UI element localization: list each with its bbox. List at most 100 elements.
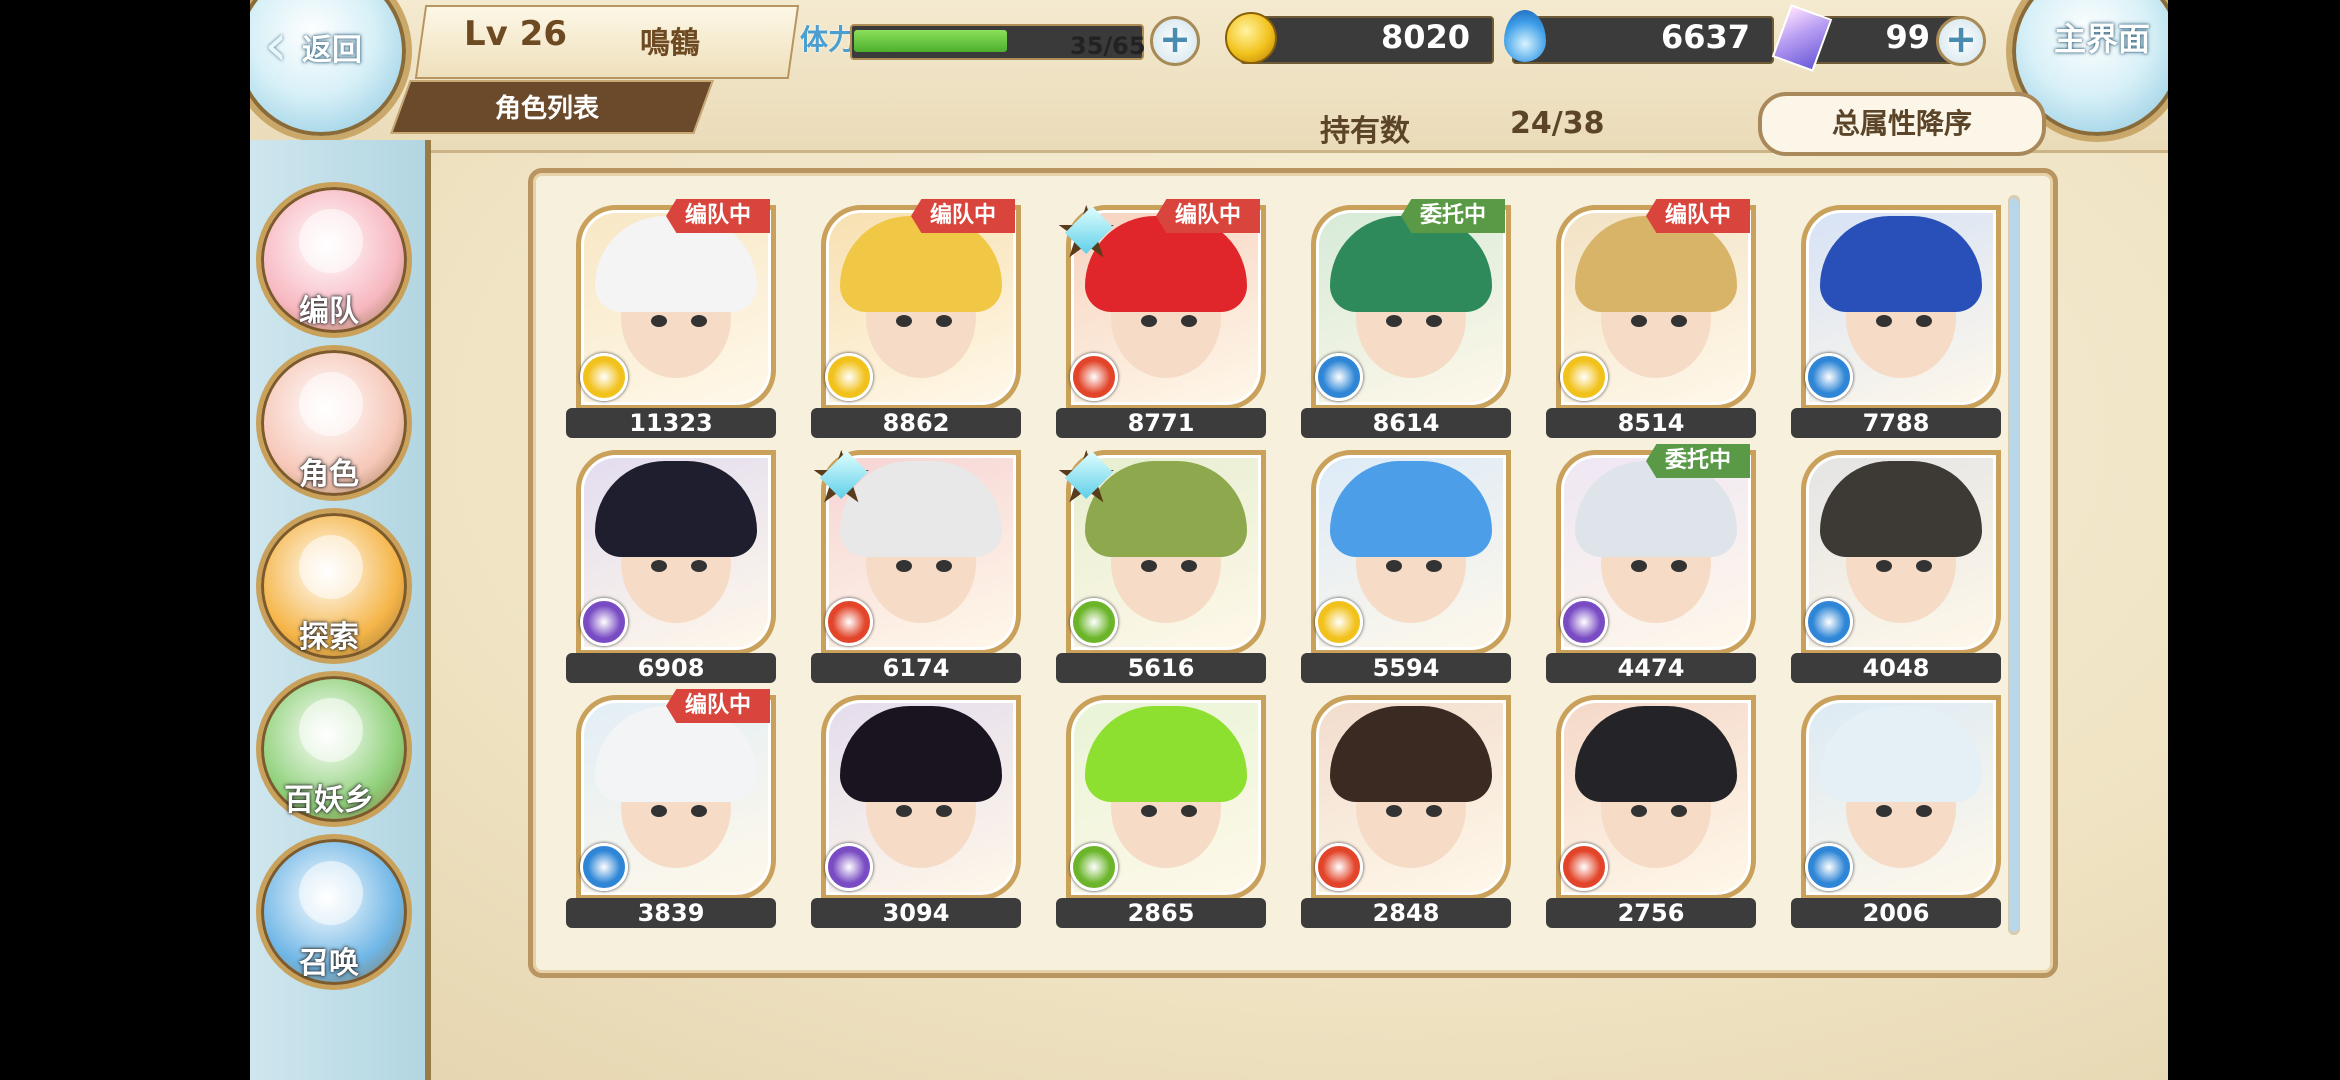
character-eye xyxy=(1181,315,1197,327)
nav-label: 召唤 xyxy=(299,946,359,981)
owned-count-label: 持有数 xyxy=(1320,114,1410,149)
character-eye xyxy=(1141,315,1157,327)
character-card[interactable]: ★ 5616 xyxy=(1054,441,1266,683)
power-score: 7788 xyxy=(1791,408,2001,438)
game-screen: ‹ 返回 Lv 26 鳴鶴 角色列表 体力 35/65 + 8020 6637 … xyxy=(250,0,2168,1080)
character-eye xyxy=(936,805,952,817)
character-eye xyxy=(1631,805,1647,817)
player-level: Lv 26 xyxy=(464,14,567,54)
sort-button[interactable]: 总属性降序 xyxy=(1758,92,2046,156)
character-eye xyxy=(896,560,912,572)
character-list-tab-label: 角色列表 xyxy=(495,94,600,124)
character-eye xyxy=(1141,560,1157,572)
character-hair xyxy=(1085,706,1247,802)
power-score: 3094 xyxy=(811,898,1021,928)
character-hair xyxy=(1820,461,1982,557)
character-eye xyxy=(1631,560,1647,572)
light-attribute-icon xyxy=(825,353,873,401)
light-attribute-icon xyxy=(580,353,628,401)
character-hair xyxy=(595,461,757,557)
character-card[interactable]: 7788 xyxy=(1791,205,2001,438)
character-eye xyxy=(1671,315,1687,327)
character-hair xyxy=(1820,706,1982,802)
character-hair xyxy=(1330,706,1492,802)
character-eye xyxy=(651,315,667,327)
character-eye xyxy=(1426,315,1442,327)
character-eye xyxy=(1876,560,1892,572)
stamina-label: 体力 xyxy=(800,23,857,56)
character-eye xyxy=(896,805,912,817)
character-card[interactable]: 2006 xyxy=(1791,695,2001,928)
character-card[interactable]: ★ 6174 xyxy=(809,441,1021,683)
power-score: 2865 xyxy=(1056,898,1266,928)
grid-scrollbar-thumb[interactable] xyxy=(2009,198,2019,932)
power-score: 2848 xyxy=(1301,898,1511,928)
character-card[interactable]: 2848 xyxy=(1301,695,1511,928)
stamina-value: 35/65 xyxy=(1070,32,1146,60)
character-card[interactable]: 委托中 4474 xyxy=(1546,444,1756,683)
character-eye xyxy=(936,315,952,327)
character-eye xyxy=(1876,315,1892,327)
power-score: 8862 xyxy=(811,408,1021,438)
fire-attribute-icon xyxy=(1070,353,1118,401)
power-score: 2006 xyxy=(1791,898,2001,928)
power-score: 8614 xyxy=(1301,408,1511,438)
character-eye xyxy=(1916,315,1932,327)
character-card[interactable]: 编队中 3839 xyxy=(566,689,776,928)
dark-attribute-icon xyxy=(1560,598,1608,646)
awakening-star-icon: ★ xyxy=(1054,441,1124,513)
character-eye xyxy=(1876,805,1892,817)
add-gem-button[interactable]: + xyxy=(1936,16,1986,66)
power-score: 8771 xyxy=(1056,408,1266,438)
character-hair xyxy=(840,706,1002,802)
character-eye xyxy=(1426,560,1442,572)
light-attribute-icon xyxy=(1315,598,1363,646)
gem-value: 99 xyxy=(1885,18,1930,56)
water-attribute-icon xyxy=(1315,353,1363,401)
owned-count-value: 24/38 xyxy=(1510,106,1605,141)
character-hair xyxy=(1575,706,1737,802)
character-eye xyxy=(1181,560,1197,572)
character-card[interactable]: 编队中 8514 xyxy=(1546,199,1756,438)
status-badge: 编队中 xyxy=(666,199,770,233)
character-card[interactable]: 6908 xyxy=(566,450,776,683)
character-eye xyxy=(1426,805,1442,817)
status-badge: 委托中 xyxy=(1401,199,1505,233)
wind-attribute-icon xyxy=(1070,598,1118,646)
character-card[interactable]: 5594 xyxy=(1301,450,1511,683)
power-score: 4048 xyxy=(1791,653,2001,683)
add-stamina-button[interactable]: + xyxy=(1150,16,1200,66)
spirit-value: 6637 xyxy=(1660,18,1750,56)
character-card[interactable]: 2865 xyxy=(1056,695,1266,928)
status-badge: 编队中 xyxy=(1156,199,1260,233)
dark-attribute-icon xyxy=(580,598,628,646)
character-eye xyxy=(1386,560,1402,572)
gold-coin-icon xyxy=(1225,12,1277,64)
status-badge: 编队中 xyxy=(911,199,1015,233)
summon-icon xyxy=(299,861,363,925)
character-card[interactable]: 3094 xyxy=(811,695,1021,928)
fire-attribute-icon xyxy=(825,598,873,646)
dark-attribute-icon xyxy=(825,843,873,891)
home-label: 主界面 xyxy=(2053,20,2150,58)
character-icon xyxy=(299,372,363,436)
character-card[interactable]: ★ 编队中 8771 xyxy=(1054,196,1266,438)
character-card[interactable]: 编队中 11323 xyxy=(566,199,776,438)
character-card[interactable]: 4048 xyxy=(1791,450,2001,683)
water-attribute-icon xyxy=(1805,598,1853,646)
character-card[interactable]: 委托中 8614 xyxy=(1301,199,1511,438)
awakening-crystal-icon xyxy=(819,450,869,500)
team-icon xyxy=(299,209,363,273)
power-score: 6908 xyxy=(566,653,776,683)
character-eye xyxy=(1181,805,1197,817)
character-eye xyxy=(691,805,707,817)
character-card[interactable]: 2756 xyxy=(1546,695,1756,928)
power-score: 3839 xyxy=(566,898,776,928)
gold-value: 8020 xyxy=(1380,18,1470,56)
character-hair xyxy=(1330,461,1492,557)
back-label: 返回 xyxy=(302,33,362,68)
character-eye xyxy=(1916,560,1932,572)
nav-label: 百妖乡 xyxy=(284,783,374,818)
character-card[interactable]: 编队中 8862 xyxy=(811,199,1021,438)
power-score: 11323 xyxy=(566,408,776,438)
